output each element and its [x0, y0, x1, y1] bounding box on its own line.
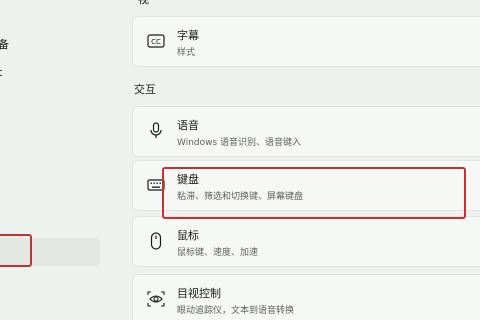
card-title: 语音: [177, 119, 199, 132]
svg-text:CC: CC: [151, 38, 161, 46]
section-title-vision: 视: [138, 0, 149, 7]
section-title-interaction: 交互: [134, 83, 156, 96]
settings-card-captions[interactable]: CC 字幕 样式: [132, 16, 480, 67]
card-title: 鼠标: [177, 229, 199, 242]
main-content: 视 CC 字幕 样式 交互 语音 Windows 语音识别、语音键入: [112, 0, 480, 320]
microphone-icon: [147, 122, 165, 140]
card-subtitle: 鼠标键、速度、加速: [177, 248, 259, 258]
mouse-icon: [147, 232, 165, 250]
card-subtitle: 眼动追踪仪，文本到语音转换: [177, 306, 295, 316]
sidebar: 备 t: [0, 0, 112, 320]
card-title: 目视控制: [177, 287, 221, 300]
card-title: 字幕: [177, 29, 199, 42]
eye-control-icon: [147, 290, 165, 308]
keyboard-highlight-box: [162, 167, 466, 219]
card-subtitle: Windows 语音识别、语音键入: [177, 138, 302, 148]
sidebar-highlight-box: [0, 234, 32, 267]
closed-captions-icon: CC: [147, 32, 165, 50]
sidebar-item-fragment[interactable]: t: [0, 66, 2, 79]
settings-card-eye-control[interactable]: 目视控制 眼动追踪仪，文本到语音转换: [132, 274, 480, 320]
sidebar-item-fragment[interactable]: 备: [0, 36, 9, 52]
settings-card-mouse[interactable]: 鼠标 鼠标键、速度、加速: [132, 216, 480, 267]
card-subtitle: 样式: [177, 48, 196, 58]
settings-card-speech[interactable]: 语音 Windows 语音识别、语音键入: [132, 106, 480, 157]
